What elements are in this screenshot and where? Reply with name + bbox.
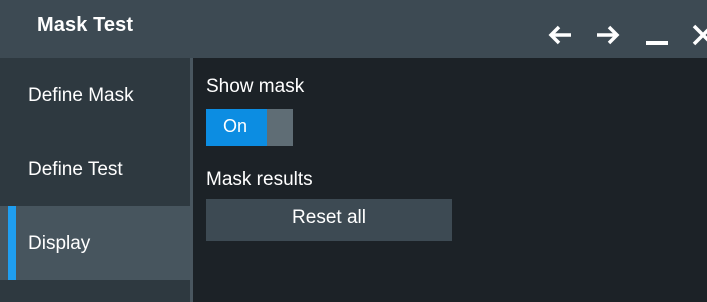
display-settings-panel: Show mask On Mask results Reset all <box>193 58 707 302</box>
back-arrow-icon[interactable] <box>548 22 574 48</box>
sidebar-item-label: Display <box>28 233 91 254</box>
window-title: Mask Test <box>37 14 134 36</box>
toggle-value: On <box>223 116 248 136</box>
sidebar-item-label: Define Test <box>28 159 123 180</box>
reset-all-label: Reset all <box>292 207 366 228</box>
title-bar: Mask Test <box>0 0 707 58</box>
show-mask-toggle[interactable]: On <box>206 109 293 146</box>
sidebar-item-label: Define Mask <box>28 85 134 106</box>
toggle-knob[interactable] <box>267 109 293 146</box>
toggle-on-state: On <box>206 109 267 146</box>
active-indicator <box>8 206 16 280</box>
minimize-icon[interactable] <box>644 22 670 48</box>
sidebar-item-display[interactable]: Display <box>0 206 190 280</box>
mask-results-label: Mask results <box>206 169 313 190</box>
sidebar: Define Mask Define Test Display <box>0 58 190 302</box>
sidebar-item-define-mask[interactable]: Define Mask <box>0 58 190 132</box>
sidebar-item-define-test[interactable]: Define Test <box>0 132 190 206</box>
forward-arrow-icon[interactable] <box>594 22 620 48</box>
reset-all-button[interactable]: Reset all <box>206 199 452 241</box>
show-mask-label: Show mask <box>206 76 305 97</box>
close-icon[interactable] <box>690 22 707 48</box>
mask-test-dialog: Mask Test Define Mask Define Test Displa… <box>0 0 707 302</box>
